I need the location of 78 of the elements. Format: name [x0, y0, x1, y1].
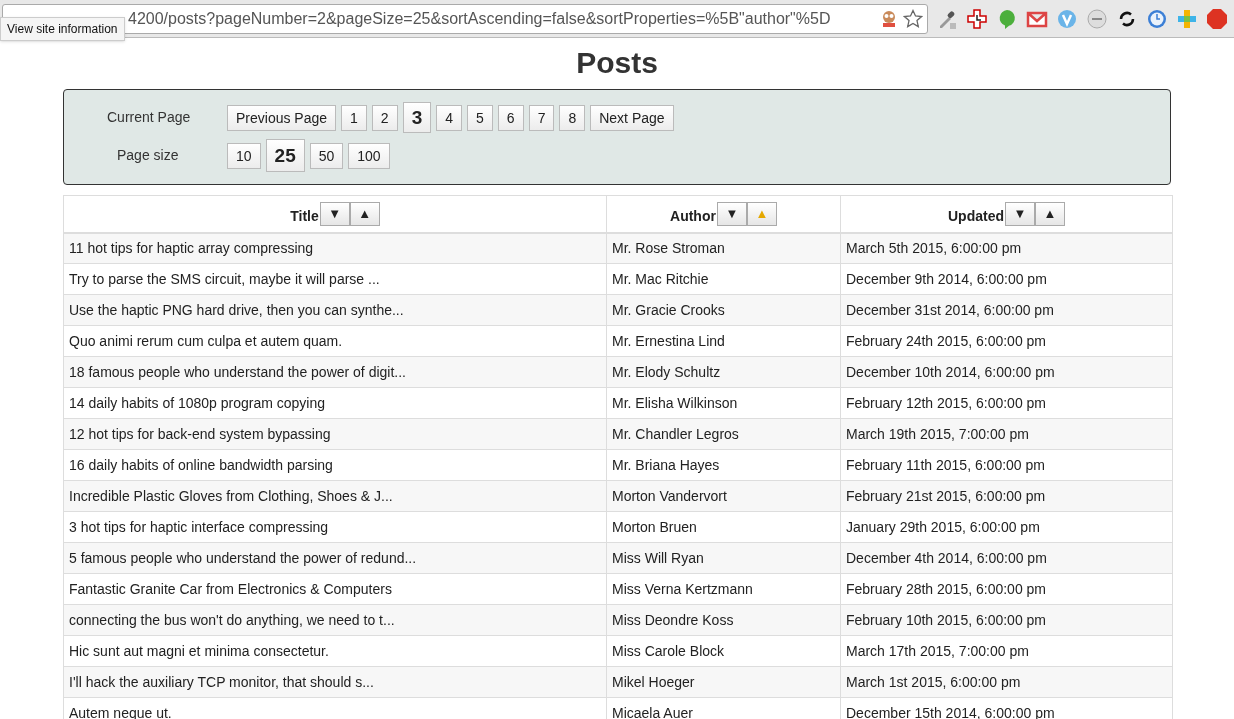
table-cell: Incredible Plastic Gloves from Clothing, Shoes & J...: [63, 480, 607, 512]
table-cell: 5 famous people who understand the power of redund...: [63, 542, 607, 574]
sort-button[interactable]: ▲: [1035, 201, 1065, 226]
table-cell: Quo animi rerum cum culpa et autem quam.: [63, 325, 607, 357]
table-cell: January 29th 2015, 6:00:00 pm: [840, 511, 1173, 543]
table-cell: February 21st 2015, 6:00:00 pm: [840, 480, 1173, 512]
table-cell: 3 hot tips for haptic interface compressing: [63, 511, 607, 543]
page-button[interactable]: 7: [528, 104, 555, 131]
table-cell: December 9th 2014, 6:00:00 pm: [840, 263, 1173, 295]
clock-cross-icon[interactable]: [966, 7, 988, 30]
column-header: Title: [290, 206, 319, 226]
table-cell: Hic sunt aut magni et minima consectetur.: [63, 635, 607, 667]
sort-button[interactable]: ▲: [349, 201, 380, 226]
table-cell: Fantastic Granite Car from Electronics & Computers: [63, 573, 607, 605]
table-cell: 18 famous people who understand the power of digit...: [63, 356, 607, 388]
table-cell: February 12th 2015, 6:00:00 pm: [840, 387, 1173, 419]
page-title: Posts: [575, 45, 659, 81]
page-size-label: Page size: [116, 146, 180, 165]
table-cell: Mr. Rose Stroman: [606, 232, 841, 264]
table-cell: Mr. Briana Hayes: [606, 449, 841, 481]
table-cell: Miss Verna Kertzmann: [606, 573, 841, 605]
table-cell: Use the haptic PNG hard drive, then you can synthe...: [63, 294, 607, 326]
table-cell: Try to parse the SMS circuit, maybe it will parse ...: [63, 263, 607, 295]
table-cell: December 31st 2014, 6:00:00 pm: [840, 294, 1173, 326]
tooltip: View site information: [0, 17, 125, 41]
stop-sign-icon[interactable]: [1206, 7, 1228, 30]
star-icon[interactable]: [903, 8, 923, 29]
next-page-button[interactable]: Next Page: [590, 104, 674, 131]
page-size-button[interactable]: 100: [348, 142, 390, 169]
table-cell: Mr. Elisha Wilkinson: [606, 387, 841, 419]
table-cell: December 4th 2014, 6:00:00 pm: [840, 542, 1173, 574]
page-size-button[interactable]: 10: [227, 142, 261, 169]
table-cell: February 24th 2015, 6:00:00 pm: [840, 325, 1173, 357]
table-cell: 12 hot tips for back-end system bypassing: [63, 418, 607, 450]
table-cell: Miss Deondre Koss: [606, 604, 841, 636]
column-header: Updated: [948, 206, 1004, 226]
page-button[interactable]: 2: [371, 104, 398, 131]
table-cell: Mr. Elody Schultz: [606, 356, 841, 388]
table-cell: March 17th 2015, 7:00:00 pm: [840, 635, 1173, 667]
page-button[interactable]: 1: [341, 104, 367, 131]
page-size-button[interactable]: 25: [265, 139, 305, 172]
table-cell: Mr. Mac Ritchie: [606, 263, 841, 295]
page-button[interactable]: 5: [467, 104, 493, 131]
table-cell: connecting the bus won't do anything, we need to t...: [63, 604, 607, 636]
page-size-button[interactable]: 50: [309, 142, 344, 169]
page-button[interactable]: 4: [436, 104, 463, 131]
page-button[interactable]: 6: [497, 104, 524, 131]
page-button[interactable]: 8: [559, 104, 586, 131]
table-cell: February 28th 2015, 6:00:00 pm: [840, 573, 1173, 605]
table-cell: I'll hack the auxiliary TCP monitor, that should s...: [63, 666, 607, 698]
clock-icon[interactable]: [1146, 7, 1168, 30]
url-text: 4200/posts?pageNumber=2&pageSize=25&sortAscending=false&sortProperties=%5B"author"%5D: [128, 8, 832, 29]
table-cell: December 10th 2014, 6:00:00 pm: [840, 356, 1173, 388]
table-cell: 16 daily habits of online bandwidth parsing: [63, 449, 607, 481]
column-header: Author: [670, 206, 716, 226]
sort-button[interactable]: ▼: [319, 201, 350, 226]
page-button[interactable]: 3: [402, 102, 432, 133]
v-circle-icon[interactable]: [1056, 7, 1078, 30]
current-page-label: Current Page: [106, 108, 192, 127]
table-cell: Mr. Gracie Crooks: [606, 294, 841, 326]
previous-page-button[interactable]: Previous Page: [227, 104, 337, 131]
table-cell: Morton Bruen: [606, 511, 841, 543]
table-cell: 14 daily habits of 1080p program copying: [63, 387, 607, 419]
table-cell: February 10th 2015, 6:00:00 pm: [840, 604, 1173, 636]
sort-button[interactable]: ▼: [1005, 201, 1035, 226]
table-cell: February 11th 2015, 6:00:00 pm: [840, 449, 1173, 481]
table-cell: March 5th 2015, 6:00:00 pm: [840, 232, 1173, 264]
table-cell: Miss Carole Block: [606, 635, 841, 667]
table-cell: March 1st 2015, 6:00:00 pm: [840, 666, 1173, 698]
table-cell: Mr. Ernestina Lind: [606, 325, 841, 357]
table-cell: Morton Vandervort: [606, 480, 841, 512]
table-cell: 11 hot tips for haptic array compressing: [63, 232, 607, 264]
table-cell: Miss Will Ryan: [606, 542, 841, 574]
minus-circle-icon[interactable]: [1086, 7, 1108, 30]
table-cell: March 19th 2015, 7:00:00 pm: [840, 418, 1173, 450]
table-cell: Mikel Hoeger: [606, 666, 841, 698]
sort-button[interactable]: ▼: [716, 201, 747, 226]
table-cell: Mr. Chandler Legros: [606, 418, 841, 450]
